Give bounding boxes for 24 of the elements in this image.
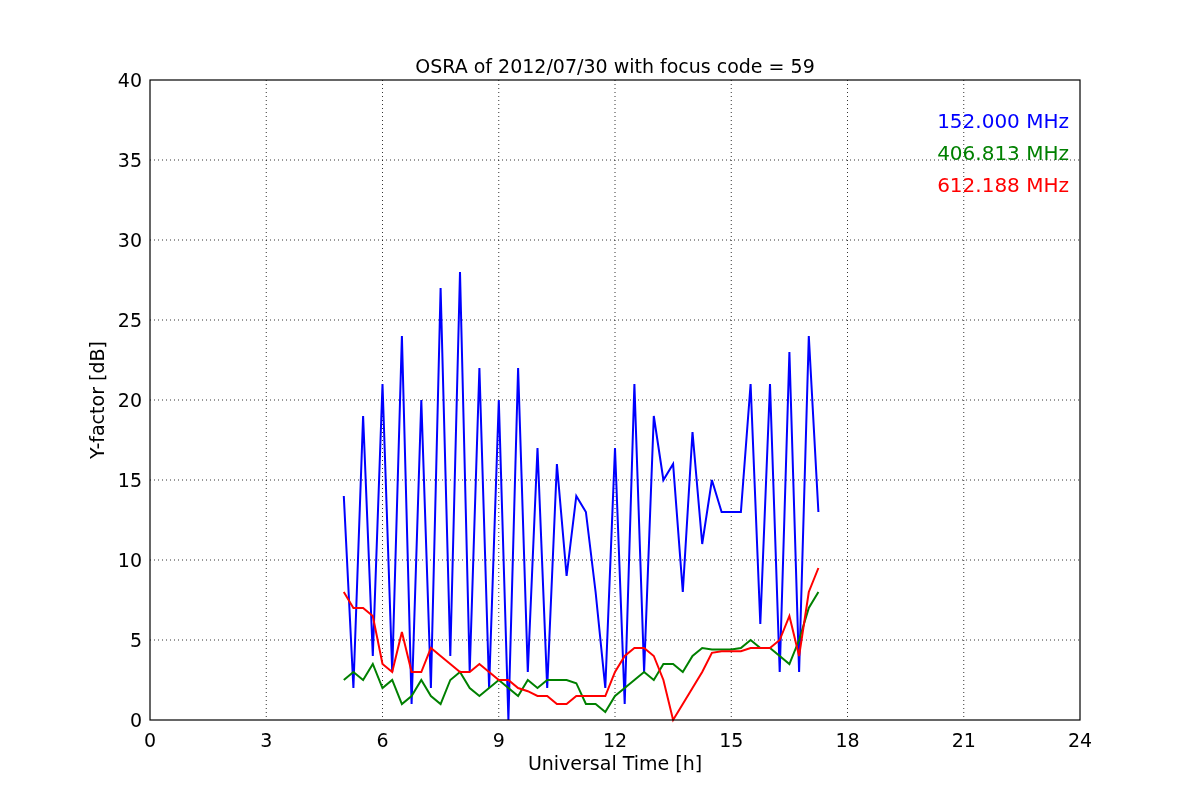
y-tick-label: 15 xyxy=(117,469,142,491)
legend-label: 612.188 MHz xyxy=(937,173,1069,197)
y-tick-label: 25 xyxy=(117,309,142,331)
legend-label: 152.000 MHz xyxy=(937,109,1069,133)
y-tick-label: 10 xyxy=(117,549,142,571)
x-tick-label: 3 xyxy=(260,729,273,751)
y-tick-label: 0 xyxy=(129,709,142,731)
legend-label: 406.813 MHz xyxy=(937,141,1069,165)
x-tick-label: 18 xyxy=(835,729,860,751)
y-tick-label: 20 xyxy=(117,389,142,411)
y-tick-label: 40 xyxy=(117,69,142,91)
y-tick-label: 5 xyxy=(129,629,142,651)
x-tick-label: 24 xyxy=(1067,729,1093,751)
y-axis-label: Y-factor [dB] xyxy=(86,341,108,459)
x-tick-label: 0 xyxy=(143,729,157,751)
x-tick-label: 6 xyxy=(376,729,389,751)
x-tick-label: 9 xyxy=(492,729,505,751)
y-tick-label: 30 xyxy=(117,229,142,251)
x-tick-label: 15 xyxy=(719,729,744,751)
x-tick-label: 12 xyxy=(602,729,628,751)
chart-title: OSRA of 2012/07/30 with focus code = 59 xyxy=(415,55,815,77)
y-tick-label: 35 xyxy=(117,149,142,171)
x-tick-label: 21 xyxy=(951,729,976,751)
x-axis-label: Universal Time [h] xyxy=(527,752,703,774)
